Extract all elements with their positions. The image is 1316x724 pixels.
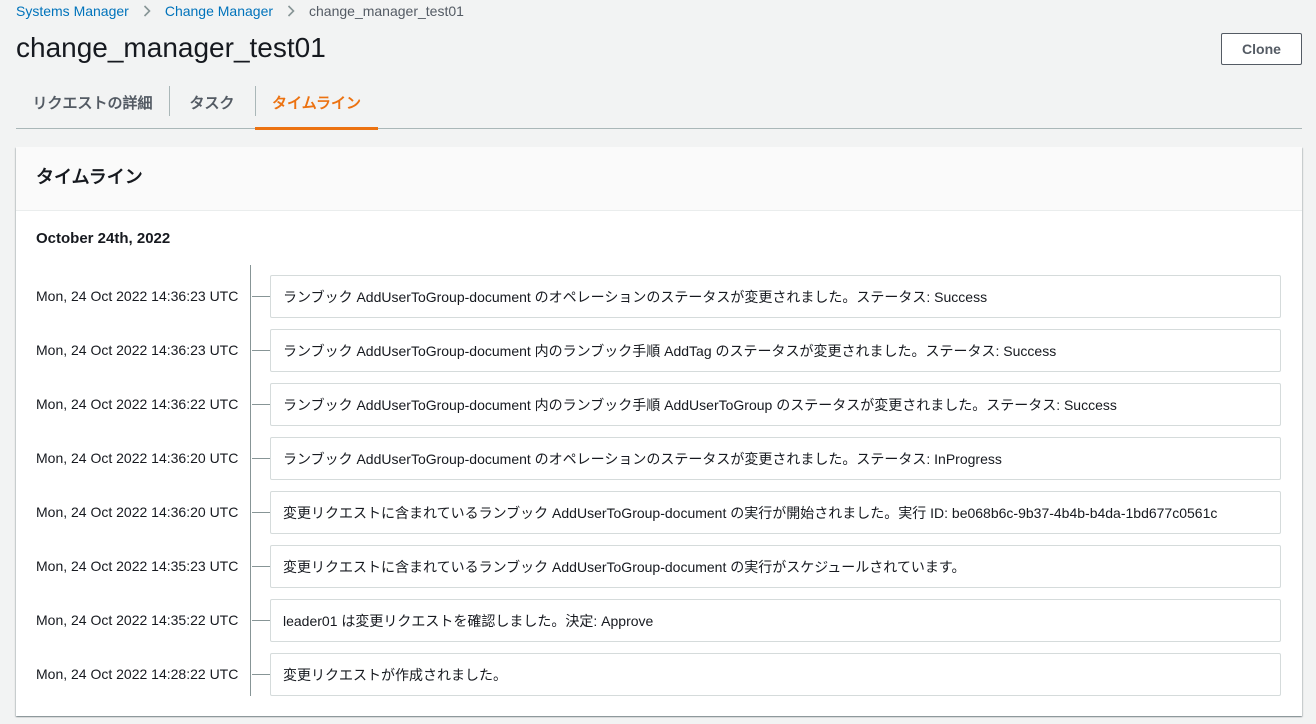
event-timestamp: Mon, 24 Oct 2022 14:36:22 UTC	[36, 396, 239, 412]
tab-bar: リクエストの詳細 タスク タイムライン	[16, 76, 1302, 130]
event-connector	[252, 296, 270, 297]
event-connector	[252, 566, 270, 567]
event-connector	[252, 674, 270, 675]
clone-button[interactable]: Clone	[1221, 33, 1302, 65]
breadcrumb-current: change_manager_test01	[309, 3, 464, 19]
timeline-event: Mon, 24 Oct 2022 14:36:22 UTC ランブック AddU…	[16, 383, 1302, 427]
event-message: leader01 は変更リクエストを確認しました。決定: Approve	[270, 599, 1281, 642]
event-timestamp: Mon, 24 Oct 2022 14:35:22 UTC	[36, 612, 239, 628]
timeline-event: Mon, 24 Oct 2022 14:35:23 UTC 変更リクエストに含ま…	[16, 545, 1302, 589]
event-message: ランブック AddUserToGroup-document 内のランブック手順 …	[270, 383, 1281, 426]
event-message: 変更リクエストに含まれているランブック AddUserToGroup-docum…	[270, 491, 1281, 534]
event-timestamp: Mon, 24 Oct 2022 14:28:22 UTC	[36, 666, 239, 682]
timeline-date-heading: October 24th, 2022	[36, 230, 171, 247]
timeline-event: Mon, 24 Oct 2022 14:28:22 UTC 変更リクエストが作成…	[16, 653, 1302, 697]
tab-tasks[interactable]: タスク	[169, 76, 255, 128]
tab-request-details[interactable]: リクエストの詳細	[16, 76, 169, 128]
event-timestamp: Mon, 24 Oct 2022 14:36:23 UTC	[36, 288, 239, 304]
timeline-event: Mon, 24 Oct 2022 14:36:20 UTC 変更リクエストに含ま…	[16, 491, 1302, 535]
event-message: 変更リクエストが作成されました。	[270, 653, 1281, 696]
panel-title: タイムライン	[36, 167, 143, 187]
timeline-event: Mon, 24 Oct 2022 14:36:23 UTC ランブック AddU…	[16, 275, 1302, 319]
breadcrumb-link-change-manager[interactable]: Change Manager	[165, 2, 273, 20]
event-timestamp: Mon, 24 Oct 2022 14:36:20 UTC	[36, 504, 239, 520]
panel-header: タイムライン	[16, 147, 1302, 211]
event-connector	[252, 350, 270, 351]
breadcrumb: Systems Manager Change Manager change_ma…	[16, 2, 464, 20]
event-message: ランブック AddUserToGroup-document のオペレーションのス…	[270, 437, 1281, 480]
timeline-event: Mon, 24 Oct 2022 14:36:23 UTC ランブック AddU…	[16, 329, 1302, 373]
tab-timeline[interactable]: タイムライン	[255, 76, 378, 130]
chevron-right-icon	[273, 2, 309, 20]
event-timestamp: Mon, 24 Oct 2022 14:36:23 UTC	[36, 342, 239, 358]
timeline-panel: タイムライン October 24th, 2022 Mon, 24 Oct 20…	[16, 147, 1302, 716]
timeline-event: Mon, 24 Oct 2022 14:35:22 UTC leader01 は…	[16, 599, 1302, 643]
event-message: 変更リクエストに含まれているランブック AddUserToGroup-docum…	[270, 545, 1281, 588]
event-message: ランブック AddUserToGroup-document 内のランブック手順 …	[270, 329, 1281, 372]
event-connector	[252, 458, 270, 459]
chevron-right-icon	[129, 2, 165, 20]
event-connector	[252, 512, 270, 513]
breadcrumb-link-systems-manager[interactable]: Systems Manager	[16, 2, 129, 20]
event-timestamp: Mon, 24 Oct 2022 14:36:20 UTC	[36, 450, 239, 466]
event-timestamp: Mon, 24 Oct 2022 14:35:23 UTC	[36, 558, 239, 574]
page-title: change_manager_test01	[16, 32, 326, 63]
event-message: ランブック AddUserToGroup-document のオペレーションのス…	[270, 275, 1281, 318]
event-connector	[252, 620, 270, 621]
timeline-event: Mon, 24 Oct 2022 14:36:20 UTC ランブック AddU…	[16, 437, 1302, 481]
event-connector	[252, 404, 270, 405]
